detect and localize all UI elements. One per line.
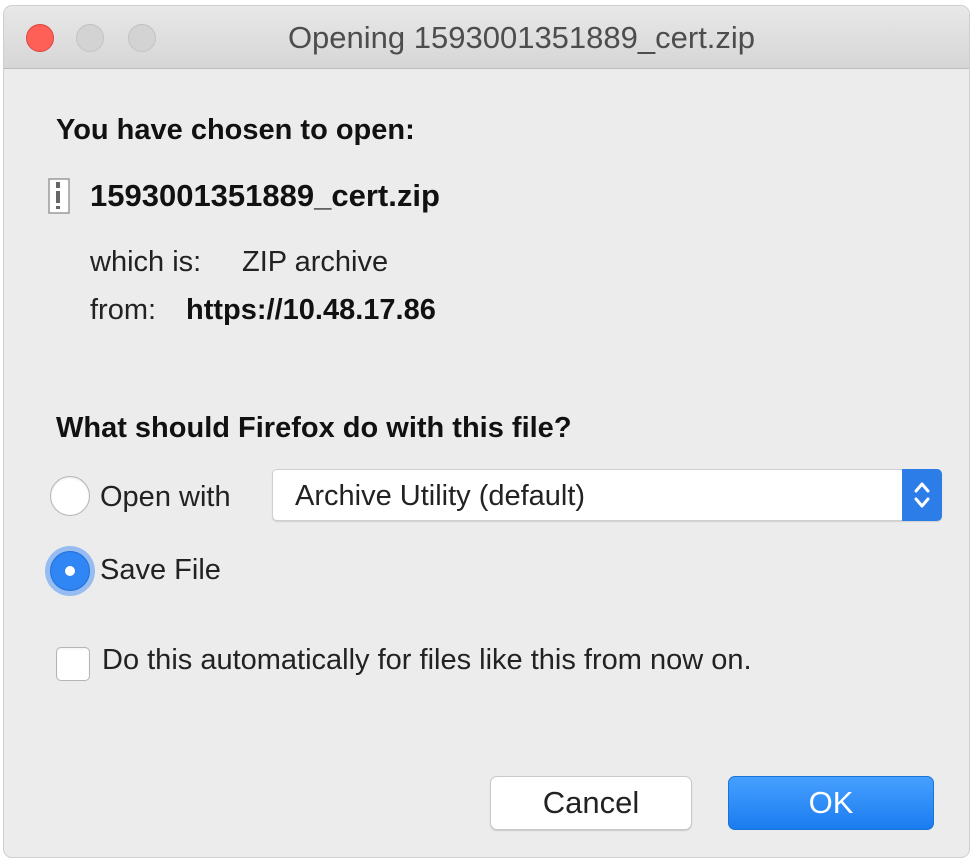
cancel-button[interactable]: Cancel [490,776,692,830]
question-heading: What should Firefox do with this file? [56,412,572,444]
auto-action-checkbox[interactable] [56,647,90,681]
open-with-label[interactable]: Open with [100,481,231,514]
intro-heading: You have chosen to open: [56,114,415,146]
source-url: https://10.48.17.86 [186,294,436,326]
save-file-label[interactable]: Save File [100,554,221,587]
source-label: from: [90,294,157,326]
chevron-up-down-icon[interactable] [902,469,942,521]
open-with-app-select[interactable]: Archive Utility (default) [272,469,942,521]
file-open-dialog: Opening 1593001351889_cert.zip You have … [4,6,969,857]
auto-action-label[interactable]: Do this automatically for files like thi… [102,644,752,677]
file-name: 1593001351889_cert.zip [90,178,440,213]
ok-button[interactable]: OK [728,776,934,830]
open-with-app-value: Archive Utility (default) [295,480,586,512]
window-title: Opening 1593001351889_cert.zip [287,20,756,55]
minimize-window-button[interactable] [76,24,104,52]
open-with-radio[interactable] [50,476,90,516]
zoom-window-button[interactable] [128,24,156,52]
title-bar: Opening 1593001351889_cert.zip [4,6,969,69]
close-window-button[interactable] [26,24,54,52]
file-type-value: ZIP archive [242,246,389,278]
document-file-icon [48,178,70,214]
file-type-label: which is: [90,246,202,278]
save-file-radio[interactable] [50,551,90,591]
